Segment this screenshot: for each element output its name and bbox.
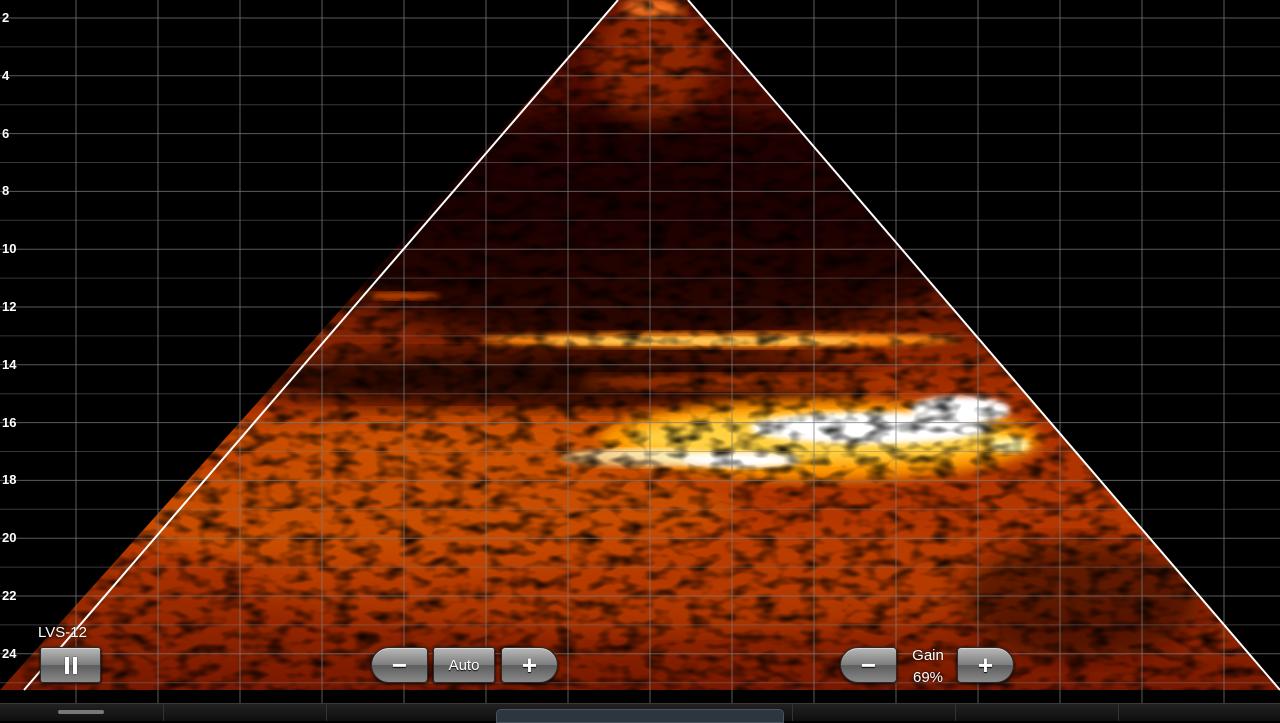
- depth-increase-button[interactable]: +: [501, 647, 558, 683]
- plus-icon: +: [977, 650, 994, 680]
- depth-label: 24: [2, 645, 17, 661]
- depth-label: 14: [2, 356, 17, 372]
- toolbar-divider: [1118, 704, 1119, 721]
- depth-label: 22: [2, 588, 17, 603]
- depth-auto-button[interactable]: Auto: [433, 647, 495, 683]
- minus-icon: −: [391, 650, 408, 680]
- depth-label: 8: [2, 183, 10, 199]
- depth-label: 6: [2, 125, 10, 141]
- depth-label: 20: [2, 530, 17, 546]
- freeze-button[interactable]: [40, 647, 101, 683]
- toolbar-divider: [163, 704, 164, 721]
- gain-value: 69%: [912, 669, 944, 686]
- toolbar-active-tab[interactable]: [496, 709, 784, 723]
- toolbar-divider: [955, 704, 956, 721]
- bottom-toolbar[interactable]: [0, 703, 1280, 723]
- depth-label: 2: [2, 10, 10, 25]
- plus-icon: +: [521, 650, 538, 680]
- depth-label: 10: [2, 241, 17, 257]
- pause-icon: [64, 656, 77, 674]
- depth-label: 16: [2, 414, 17, 430]
- gain-increase-button[interactable]: +: [957, 647, 1014, 683]
- gain-title: Gain: [912, 647, 944, 664]
- toolbar-divider: [326, 704, 327, 721]
- sector-image: [0, 0, 1280, 690]
- toolbar-divider: [792, 704, 793, 721]
- depth-label: 18: [2, 472, 17, 488]
- gain-decrease-button[interactable]: −: [840, 647, 897, 683]
- ultrasound-image: [0, 0, 1280, 703]
- probe-label: LVS-12: [38, 624, 87, 641]
- ultrasound-viewport[interactable]: 2 4 6 8 10 12 14 16 18 20 22 24 LVS-12 − Auto + − G…: [0, 0, 1280, 723]
- depth-decrease-button[interactable]: −: [371, 647, 428, 683]
- depth-label: 4: [2, 67, 10, 83]
- minus-icon: −: [860, 650, 877, 680]
- gain-readout: Gain 69%: [905, 645, 951, 689]
- drag-handle[interactable]: [58, 710, 104, 714]
- depth-label: 12: [2, 299, 17, 314]
